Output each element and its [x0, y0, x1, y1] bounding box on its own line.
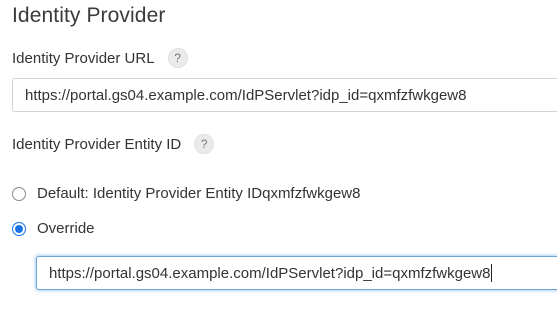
entity-id-label: Identity Provider Entity ID ?: [12, 134, 215, 154]
radio-override[interactable]: [12, 221, 26, 236]
section-title: Identity Provider: [12, 4, 166, 27]
help-icon[interactable]: ?: [194, 134, 215, 154]
entity-id-override-label: Override: [37, 220, 95, 237]
help-icon[interactable]: ?: [167, 48, 188, 68]
entity-id-override-input[interactable]: https://portal.gs04.example.com/IdPServl…: [36, 256, 557, 290]
entity-id-override-option[interactable]: Override: [12, 220, 95, 237]
idp-url-label-text: Identity Provider URL: [12, 49, 155, 67]
idp-url-input[interactable]: https://portal.gs04.example.com/IdPServl…: [12, 78, 557, 112]
entity-id-override-value: https://portal.gs04.example.com/IdPServl…: [49, 264, 491, 282]
identity-provider-panel: Identity Provider Identity Provider URL …: [0, 0, 557, 311]
idp-url-label: Identity Provider URL ?: [12, 48, 188, 68]
radio-default[interactable]: [12, 186, 26, 201]
entity-id-label-text: Identity Provider Entity ID: [12, 135, 182, 153]
entity-id-default-option[interactable]: Default: Identity Provider Entity IDqxmf…: [12, 185, 360, 202]
idp-url-value: https://portal.gs04.example.com/IdPServl…: [25, 86, 467, 104]
text-caret: [491, 264, 493, 282]
entity-id-default-label: Default: Identity Provider Entity IDqxmf…: [37, 185, 361, 202]
